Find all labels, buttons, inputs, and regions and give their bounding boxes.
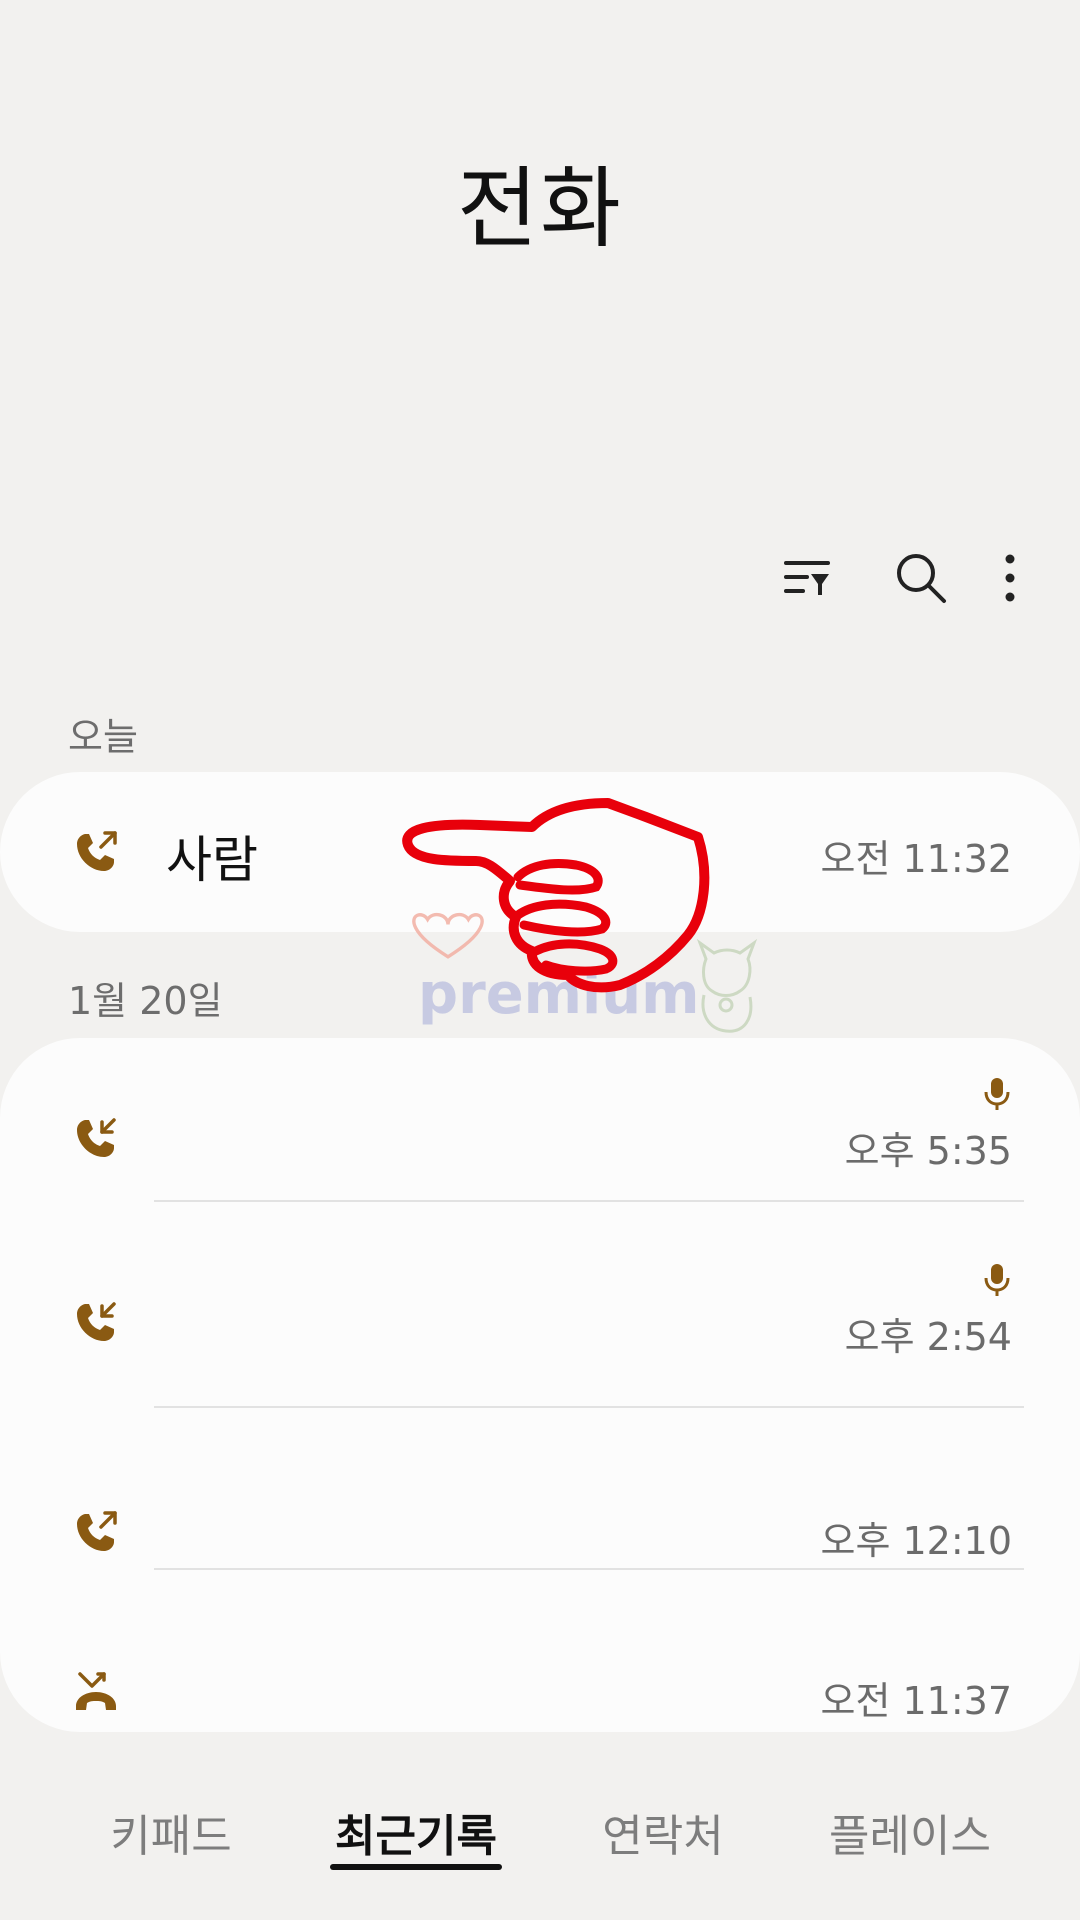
more-options-button[interactable]: [990, 548, 1030, 608]
call-time: 오전 11:32: [820, 837, 1012, 881]
bottom-nav: 키패드 최근기록 연락처 플레이스: [0, 1800, 1080, 1870]
active-tab-indicator: [330, 1864, 502, 1870]
filter-button[interactable]: [772, 548, 842, 608]
tab-label: 키패드: [110, 1811, 232, 1862]
tab-places[interactable]: 플레이스: [826, 1800, 994, 1864]
toolbar: [728, 548, 1030, 608]
incoming-call-icon: [77, 1118, 116, 1157]
more-vertical-icon: [1005, 554, 1015, 602]
pointing-hand-icon: [402, 798, 710, 993]
missed-call-icon: [76, 1672, 116, 1710]
page-title: 전화: [457, 157, 623, 260]
call-log-card-date: 오후 5:35 오후 2:54 오후 12:10 오전 11:37: [0, 1038, 1080, 1732]
search-button[interactable]: [886, 548, 956, 608]
contact-name: 사람: [166, 831, 258, 889]
tab-contacts[interactable]: 연락처: [598, 1800, 728, 1864]
call-time: 오후 12:10: [820, 1519, 1012, 1563]
recording-mic-icon: [984, 1264, 1010, 1296]
section-label-today: 오늘: [68, 715, 138, 759]
filter-icon: [784, 561, 830, 595]
recording-mic-icon: [984, 1078, 1010, 1110]
call-log-row[interactable]: 오후 12:10: [0, 1408, 1080, 1570]
section-label-date: 1월 20일: [68, 979, 223, 1023]
search-icon: [897, 554, 946, 603]
call-log-row[interactable]: 오후 5:35: [0, 1038, 1080, 1200]
tab-label: 최근기록: [335, 1811, 497, 1862]
call-log-row[interactable]: 오전 11:37: [0, 1570, 1080, 1732]
incoming-call-icon: [77, 1302, 116, 1341]
outgoing-call-icon: [77, 1511, 117, 1551]
call-time: 오후 2:54: [844, 1315, 1012, 1359]
tab-label: 연락처: [602, 1811, 724, 1862]
tab-keypad[interactable]: 키패드: [106, 1800, 236, 1864]
call-time: 오전 11:37: [820, 1679, 1012, 1723]
outgoing-call-icon: [77, 831, 117, 871]
tab-recents[interactable]: 최근기록: [330, 1800, 502, 1870]
tab-label: 플레이스: [829, 1811, 991, 1862]
call-time: 오후 5:35: [844, 1129, 1012, 1173]
